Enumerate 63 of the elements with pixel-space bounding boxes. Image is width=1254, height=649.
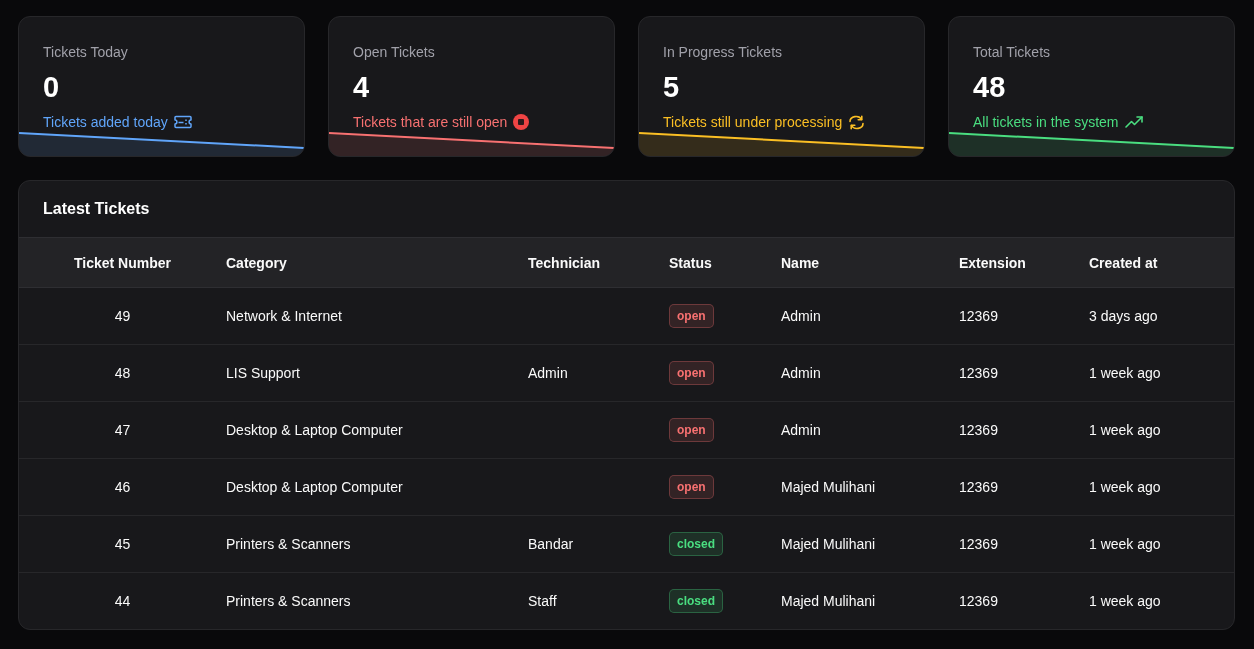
card-title: Tickets Today: [43, 43, 128, 62]
card-title: In Progress Tickets: [663, 43, 783, 62]
card-value: 4: [353, 70, 370, 104]
table-cell: Desktop & Laptop Computer: [226, 479, 403, 495]
table-cell: Bandar: [528, 536, 574, 552]
card-subtitle: Tickets still under processing: [663, 113, 843, 132]
column-header: Technician: [528, 254, 601, 271]
status-badge: open: [669, 418, 714, 442]
table-cell: 3 days ago: [1089, 308, 1158, 324]
table-cell: Printers & Scanners: [226, 593, 351, 609]
card-subtitle: All tickets in the system: [973, 113, 1119, 132]
stop-icon: [513, 114, 530, 130]
table-cell: LIS Support: [226, 365, 300, 381]
table-cell: Majed Mulihani: [781, 479, 876, 495]
card-subtitle: Tickets that are still open: [353, 113, 508, 132]
table-cell: 12369: [959, 479, 998, 495]
table-cell: Admin: [528, 365, 568, 381]
table-cell: 47: [114, 422, 131, 438]
table-cell: Desktop & Laptop Computer: [226, 422, 403, 438]
table-cell: 12369: [959, 536, 998, 552]
table-cell: 12369: [959, 422, 998, 438]
table-cell: 12369: [959, 365, 998, 381]
table-cell: 1 week ago: [1089, 536, 1161, 552]
status-badge: open: [669, 475, 714, 499]
table-cell: Network & Internet: [226, 308, 342, 324]
column-header: Extension: [959, 254, 1026, 271]
card-title: Total Tickets: [973, 43, 1051, 62]
status-badge: open: [669, 361, 714, 385]
table-cell: Admin: [781, 365, 821, 381]
table-cell: 12369: [959, 593, 998, 609]
column-header: Ticket Number: [74, 254, 171, 271]
table-cell: 12369: [959, 308, 998, 324]
status-badge: open: [669, 304, 714, 328]
column-header: Category: [226, 254, 287, 271]
table-cell: Printers & Scanners: [226, 536, 351, 552]
table-cell: 1 week ago: [1089, 365, 1161, 381]
card-title: Open Tickets: [353, 43, 435, 62]
table-cell: Staff: [528, 593, 557, 609]
table-cell: Admin: [781, 308, 821, 324]
refresh-icon: [848, 113, 866, 131]
column-header: Name: [781, 254, 820, 271]
card-value: 48: [973, 70, 1006, 104]
column-header: Status: [669, 254, 712, 271]
column-header: Created at: [1089, 254, 1158, 271]
table-cell: Majed Mulihani: [781, 593, 876, 609]
table-cell: Admin: [781, 422, 821, 438]
table-cell: 49: [114, 308, 131, 324]
status-badge: closed: [669, 532, 723, 556]
ticket-icon: [173, 115, 192, 129]
status-badge: closed: [669, 589, 723, 613]
card-value: 0: [43, 70, 60, 104]
table-cell: 1 week ago: [1089, 593, 1161, 609]
table-cell: 46: [114, 479, 131, 495]
trend-up-icon: [1124, 116, 1143, 128]
card-value: 5: [663, 70, 680, 104]
card-subtitle: Tickets added today: [43, 113, 168, 132]
table-cell: 45: [114, 536, 131, 552]
table-cell: 1 week ago: [1089, 422, 1161, 438]
table-cell: Majed Mulihani: [781, 536, 876, 552]
table-cell: 48: [114, 365, 131, 381]
panel-title: Latest Tickets: [42, 199, 151, 219]
table-cell: 44: [114, 593, 131, 609]
table-cell: 1 week ago: [1089, 479, 1161, 495]
